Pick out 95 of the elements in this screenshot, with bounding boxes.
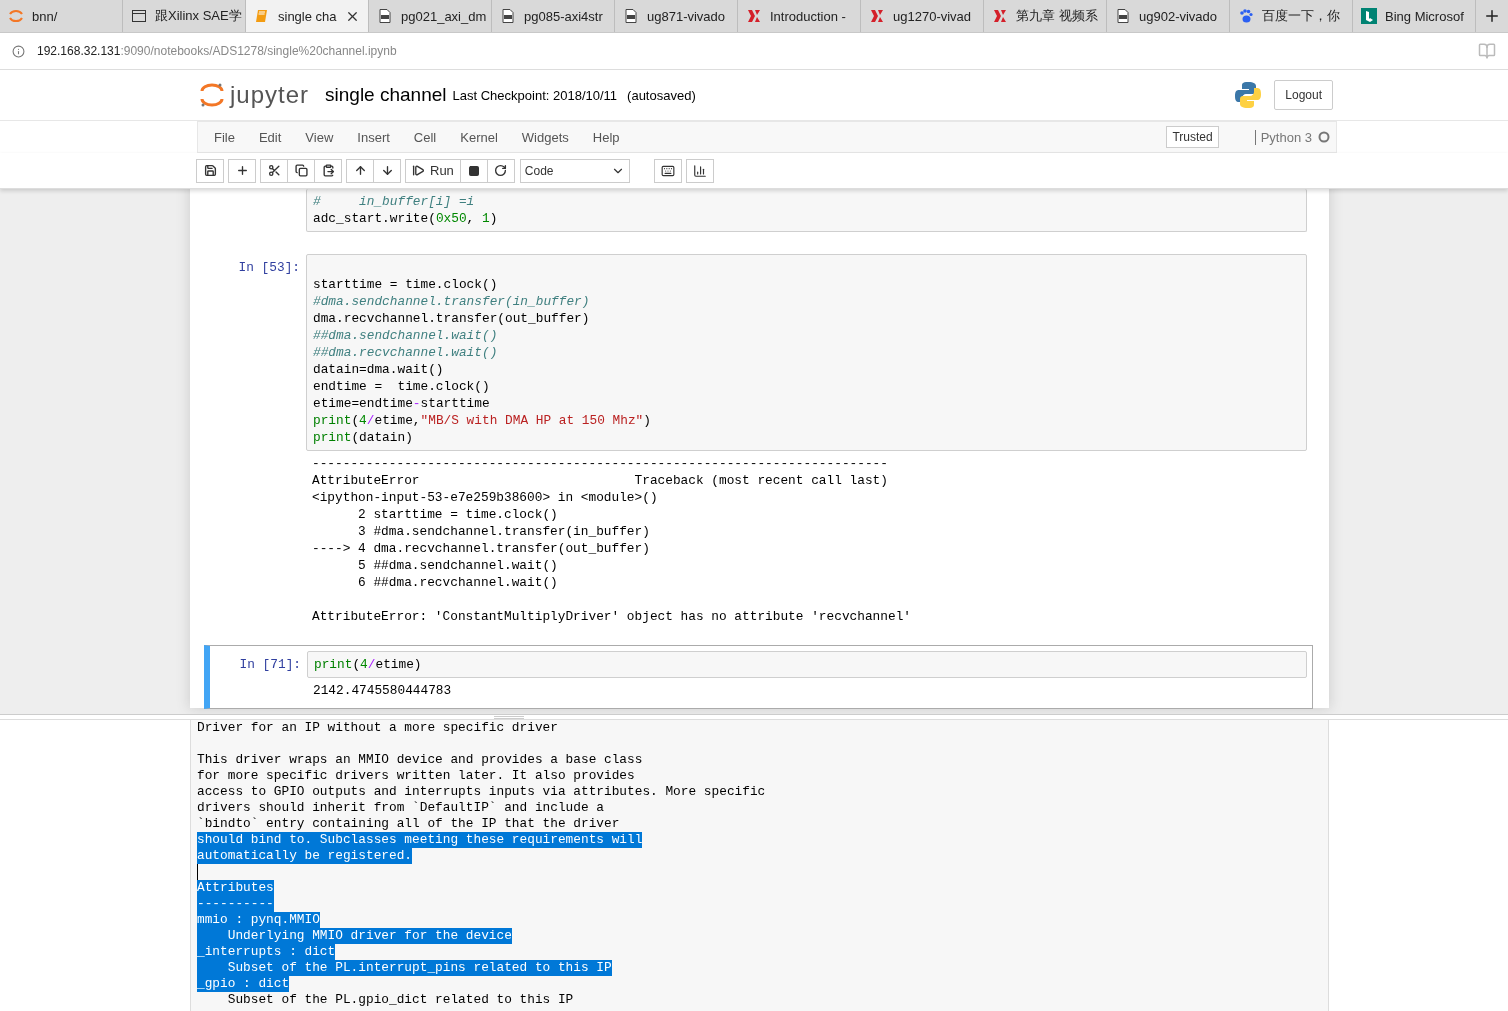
pdf-file-icon <box>623 8 639 24</box>
arrow-up-icon <box>353 164 367 177</box>
notebook-name[interactable]: single channel <box>325 84 447 106</box>
traceback-line: 6 ##dma.recvchannel.wait() <box>357 574 559 591</box>
code-line: datain=dma.wait() <box>313 361 445 378</box>
notebook-cell[interactable]: # in_buffer[i] =i adc_start.write(0x50, 1) <box>204 189 1313 238</box>
cell-type-select[interactable]: Code <box>519 158 630 183</box>
move-up-button[interactable] <box>346 158 374 183</box>
jupyter-logo-icon <box>200 82 224 108</box>
bar-chart-icon <box>692 163 707 178</box>
kernel-name: Python 3 <box>1254 129 1312 145</box>
traceback-line: 2 starttime = time.clock() <box>357 506 559 523</box>
code-input[interactable] <box>306 254 1307 451</box>
info-icon[interactable] <box>12 44 25 58</box>
cell-prompt: In [71]: <box>238 656 302 674</box>
step-forward-icon <box>412 164 425 177</box>
doc-line: `bindto` entry containing all of the IP that the driver <box>197 816 620 832</box>
paw-icon <box>1238 8 1254 24</box>
keyboard-button[interactable] <box>653 158 682 183</box>
traceback-line: <ipython-input-53-e7e259b38600> in <module>() <box>312 489 659 506</box>
output-line: 2142.4745580444783 <box>313 682 453 699</box>
menu-item[interactable]: Cell <box>401 129 449 145</box>
code-line: print(4/etime) <box>314 656 423 673</box>
copy-button[interactable] <box>287 158 315 183</box>
doc-line: Driver for an IP without a more specific driver <box>197 720 558 736</box>
xilinx-logo-icon <box>869 8 885 24</box>
code-input[interactable]: print(4/etime) <box>307 651 1307 678</box>
menu-item[interactable]: Help <box>580 129 632 145</box>
doc-line: access to GPIO outputs and interrupts inputs via attributes. More specific <box>197 784 766 800</box>
code-line: ##dma.recvchannel.wait() <box>313 344 499 361</box>
menu-item[interactable]: Kernel <box>448 129 510 145</box>
traceback-line: AttributeError Traceback (most recent call last) <box>312 472 889 489</box>
code-input[interactable]: # in_buffer[i] =i adc_start.write(0x50, 1) <box>306 189 1307 232</box>
cut-button[interactable] <box>260 158 288 183</box>
arrow-down-icon <box>380 164 394 177</box>
restart-button[interactable] <box>486 158 515 183</box>
pdf-file-icon <box>500 8 516 24</box>
menu-item[interactable]: File <box>202 129 247 145</box>
new-tab-icon[interactable] <box>1483 7 1501 25</box>
stop-button[interactable] <box>459 158 488 183</box>
restart-icon <box>494 164 508 177</box>
doc-line: for more specific drivers written later. It also provides <box>197 768 635 784</box>
book-icon <box>254 8 270 24</box>
xilinx-logo-icon <box>992 8 1008 24</box>
copy-icon <box>294 164 308 177</box>
paste-icon <box>321 164 335 177</box>
traceback-line: ----> 4 dma.recvchannel.transfer(out_buffer) <box>312 540 651 557</box>
code-line: print(datain) <box>313 429 414 446</box>
run-button[interactable]: Run <box>405 158 461 183</box>
cell-prompt: In [53]: <box>237 259 301 277</box>
traceback-line: 5 ##dma.sendchannel.wait() <box>357 557 559 574</box>
move-down-button[interactable] <box>373 158 401 183</box>
code-line: print(4/etime,"MB/S with DMA HP at 150 Mhz") <box>313 412 652 429</box>
checkpoint-text: Last Checkpoint: 2018/10/11 <box>452 87 618 103</box>
window-icon <box>131 8 147 24</box>
error-message: AttributeError: 'ConstantMultiplyDriver' object has no attribute 'recvchannel' <box>312 608 912 625</box>
doc-line: drivers should inherit from `DefaultIP` and include a <box>197 800 604 816</box>
trusted-indicator[interactable]: Trusted <box>1166 126 1219 148</box>
traceback-line: --------------------------------------------------------------------------- <box>312 455 889 472</box>
browser-tab[interactable]: single cha <box>246 0 369 32</box>
menu-item[interactable]: View <box>293 129 346 145</box>
notebook-cell[interactable]: In [71]: print(4/etime) 2142.4745580444783 <box>204 645 1313 709</box>
pdf-file-icon <box>1115 8 1131 24</box>
code-line: # in_buffer[i] =i <box>313 193 476 210</box>
doc-line: This driver wraps an MMIO device and provides a base class <box>197 752 643 768</box>
scissors-icon <box>267 164 281 177</box>
code-line: adc_start.write(0x50, 1) <box>313 210 499 227</box>
traceback-line: 3 #dma.sendchannel.transfer(in_buffer) <box>357 523 651 540</box>
menu-item[interactable]: Widgets <box>509 129 581 145</box>
bing-logo-icon <box>1361 8 1377 24</box>
autosave-status: (autosaved) <box>627 87 696 103</box>
menu-item[interactable]: Edit <box>246 129 294 145</box>
python-logo-icon <box>1234 81 1263 109</box>
keyboard-icon <box>660 163 675 178</box>
pdf-file-icon <box>377 8 393 24</box>
code-line: ##dma.sendchannel.wait() <box>313 327 499 344</box>
paste-button[interactable] <box>314 158 342 183</box>
jupyter-logo-text[interactable]: jupyter <box>230 81 310 109</box>
code-line: starttime = time.clock() <box>313 276 499 293</box>
plus-icon <box>235 164 249 177</box>
jupyter-logo-icon <box>8 8 24 24</box>
code-line: dma.recvchannel.transfer(out_buffer) <box>313 310 591 327</box>
logout-button[interactable]: Logout <box>1274 80 1333 110</box>
xilinx-logo-icon <box>746 8 762 24</box>
menu-item[interactable]: Insert <box>345 129 402 145</box>
save-button[interactable] <box>196 158 224 183</box>
chart-button[interactable] <box>685 158 714 183</box>
doc-line: Subset of the PL.gpio_dict related to this IP <box>226 992 574 1008</box>
address-field[interactable]: 192.168.32.131:9090/notebooks/ADS1278/single%20channel.ipynb <box>37 44 1466 58</box>
code-line: #dma.sendchannel.transfer(in_buffer) <box>313 293 591 310</box>
code-line: etime=endtime-starttime <box>313 395 491 412</box>
code-line: endtime = time.clock() <box>313 378 491 395</box>
stop-icon <box>467 164 480 177</box>
insert-cell-button[interactable] <box>228 158 256 183</box>
save-icon <box>203 164 217 177</box>
